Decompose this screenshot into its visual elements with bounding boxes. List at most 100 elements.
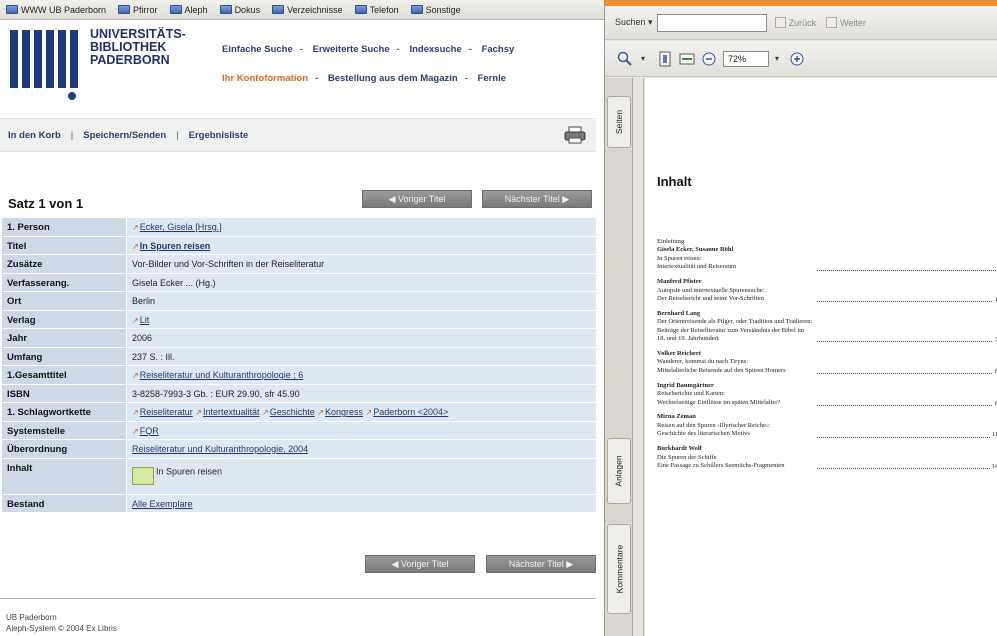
zoom-in-icon[interactable] xyxy=(789,51,805,67)
folder-icon xyxy=(410,5,423,14)
field-label: 1. Person xyxy=(2,218,127,236)
toc-author: Burkhardt Wolf xyxy=(657,445,702,453)
pdf-document-icon[interactable] xyxy=(132,466,154,485)
field-label: Jahr xyxy=(2,329,127,347)
table-row: ISBN 3-8258-7993-3 Gb. : EUR 29.90, sfr … xyxy=(2,384,596,403)
nav-fernleihe[interactable]: Fernle xyxy=(478,73,507,84)
toc-line: Reiseberichte und Karten: xyxy=(657,390,725,398)
save-send-link[interactable]: Speichern/Senden xyxy=(83,130,166,141)
chevron-down-icon[interactable]: ▾ xyxy=(639,51,647,67)
title-link[interactable]: In Spuren reisen xyxy=(140,241,211,251)
tab-pages[interactable]: Seiten xyxy=(607,96,631,148)
nav-fachsystematik[interactable]: Fachsy xyxy=(482,44,515,55)
add-to-basket-link[interactable]: In den Korb xyxy=(8,130,61,141)
toc-leader xyxy=(817,468,997,470)
link-www-ub[interactable]: WWW UB Paderborn xyxy=(6,5,106,15)
navigation-panel-tabs: Seiten Anlagen Kommentare xyxy=(605,78,633,636)
field-label: Ort xyxy=(2,292,127,310)
nav-bestellung-magazin[interactable]: Bestellung aus dem Magazin xyxy=(328,73,458,84)
previous-title-button[interactable]: ◀ Voriger Titel xyxy=(362,190,472,208)
search-next-button[interactable]: Weiter xyxy=(826,17,866,28)
table-row: Jahr 2006 xyxy=(2,329,596,348)
toc-page-number: 14 xyxy=(989,462,997,472)
panel-splitter[interactable] xyxy=(634,78,644,636)
field-label: Systemstelle xyxy=(2,421,127,439)
link-telefon[interactable]: Telefon xyxy=(354,5,399,15)
folder-icon xyxy=(6,5,18,14)
previous-title-button-bottom[interactable]: ◀ Voriger Titel xyxy=(365,555,475,573)
link-pfirror[interactable]: Pfirror xyxy=(118,5,158,15)
tab-comments[interactable]: Kommentare xyxy=(607,524,631,614)
university-logo[interactable] xyxy=(10,30,78,100)
table-row: 1. Person ↗Ecker, Gisela [Hrsg.] xyxy=(2,218,596,237)
forward-icon xyxy=(826,17,838,28)
field-value: Vor-Bilder und Vor-Schriften in der Reis… xyxy=(127,255,596,273)
zoom-tool-icon[interactable] xyxy=(617,51,633,67)
next-title-button-bottom[interactable]: Nächster Titel ▶ xyxy=(486,555,596,573)
link-sonstige[interactable]: Sonstige xyxy=(410,5,461,15)
contents-document-label: In Spuren reisen xyxy=(156,465,223,476)
toc-entry: Einleitung Gisela Ecker, Susanne Röhl In S… xyxy=(657,238,997,272)
table-row: Systemstelle ↗FQR xyxy=(2,421,596,440)
table-row: 1. Schlagwortkette ↗Reiseliteratur ↗Inte… xyxy=(2,403,596,422)
nav-indexsuche[interactable]: Indexsuche xyxy=(409,44,461,55)
link-aleph[interactable]: Aleph xyxy=(169,5,208,15)
field-label: 1. Schlagwortkette xyxy=(2,403,127,421)
toc-page-number: 3 xyxy=(992,336,997,345)
toc-leader xyxy=(817,301,997,303)
toc-line: Autopsie und intertextuelle Spurensuche: xyxy=(657,286,765,294)
field-label: Bestand xyxy=(2,494,127,512)
link-dokus[interactable]: Dokus xyxy=(219,5,260,15)
folder-icon xyxy=(118,5,131,14)
next-title-button[interactable]: Nächster Titel ▶ xyxy=(482,190,592,208)
all-copies-link[interactable]: Alle Exemplare xyxy=(132,499,193,509)
subject-link[interactable]: Geschichte xyxy=(270,407,315,417)
pdf-page: Inhalt Einleitung Gisela Ecker, Susanne R… xyxy=(645,78,997,636)
subject-link[interactable]: Reiseliteratur xyxy=(140,407,193,417)
tab-attachments[interactable]: Anlagen xyxy=(607,438,631,504)
pdf-search-input[interactable] xyxy=(656,13,767,32)
toc-line: Beiträge der Reiseliteratur zum Verständ… xyxy=(657,326,805,334)
publisher-link[interactable]: Lit xyxy=(140,315,150,325)
series-link[interactable]: Reiseliteratur und Kulturanthropologie ;… xyxy=(140,370,304,380)
toc-author: Bernhard Lang xyxy=(657,309,701,317)
nav-konto[interactable]: Ihr Kontoformation xyxy=(222,73,308,84)
result-list-link[interactable]: Ergebnisliste xyxy=(189,130,249,141)
table-row: 1.Gesamttitel ↗Reiseliteratur und Kultur… xyxy=(2,366,596,385)
field-value: Berlin xyxy=(127,292,596,310)
zoom-out-icon[interactable] xyxy=(701,51,717,67)
nav-einfache-suche[interactable]: Einfache Suche xyxy=(222,44,293,55)
search-label[interactable]: Suchen ▾ xyxy=(615,17,653,28)
subject-link[interactable]: Intertextualität xyxy=(203,407,260,417)
toc-line: Die Spuren der Schiffe xyxy=(657,453,717,461)
toc-author: Manfred Pfister xyxy=(657,278,702,286)
person-link[interactable]: Ecker, Gisela [Hrsg.] xyxy=(140,222,222,232)
parent-record-link[interactable]: Reiseliteratur und Kulturanthropologie, … xyxy=(132,444,308,454)
table-row: Verfasserang. Gisela Ecker ... (Hg.) xyxy=(2,273,596,292)
field-label: ISBN xyxy=(2,384,127,402)
field-label: Inhalt xyxy=(2,458,127,494)
field-label: 1.Gesamttitel xyxy=(2,366,127,384)
classification-link[interactable]: FQR xyxy=(140,426,159,436)
link-verzeichnisse[interactable]: Verzeichnisse xyxy=(272,5,343,15)
subject-link[interactable]: Paderborn <2004> xyxy=(373,407,448,417)
toc-leader xyxy=(817,436,997,438)
toc-page-number: 11 xyxy=(989,431,997,440)
field-label: Verfasserang. xyxy=(2,273,127,291)
chevron-down-icon[interactable]: ▾ xyxy=(773,51,781,67)
subject-link[interactable]: Kongress xyxy=(325,407,363,417)
zoom-level-field[interactable]: 72% xyxy=(723,50,769,67)
record-counter: Satz 1 von 1 xyxy=(8,196,84,211)
fit-page-icon[interactable] xyxy=(657,51,673,67)
printer-icon[interactable] xyxy=(564,126,586,144)
search-back-button[interactable]: Zurück xyxy=(774,17,816,28)
back-icon xyxy=(774,17,786,28)
toc-author: Gisela Ecker, Susanne Röhl xyxy=(657,246,734,254)
nav-erweiterte-suche[interactable]: Erweiterte Suche xyxy=(313,44,390,55)
table-row: Zusätze Vor-Bilder und Vor-Schriften in … xyxy=(2,255,596,274)
toc-entry: Volker Reichert Wanderer, kommst du nach … xyxy=(657,350,997,377)
table-row: Titel ↗In Spuren reisen xyxy=(2,236,596,255)
library-header: UNIVERSITÄTS- BIBLIOTHEK PADERBORN Einfa… xyxy=(0,22,604,102)
record-details-table: 1. Person ↗Ecker, Gisela [Hrsg.] Titel ↗… xyxy=(2,218,596,513)
fit-width-icon[interactable] xyxy=(679,51,695,67)
